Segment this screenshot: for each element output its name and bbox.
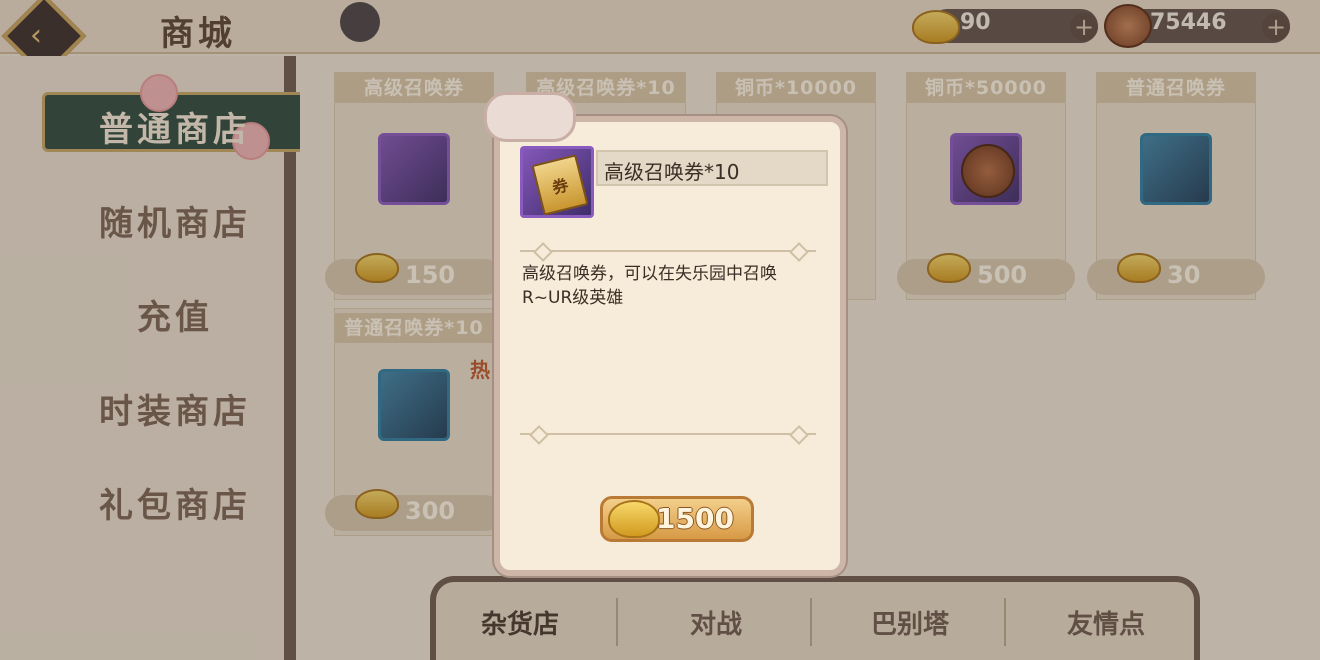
ticket-glyph: 券: [550, 175, 571, 198]
gold-ingot-icon: [608, 500, 660, 538]
popup-divider-top: [520, 250, 816, 252]
buy-price[interactable]: 1500: [656, 502, 734, 535]
popup-item-description: 高级召唤券，可以在失乐园中召唤R~UR级英雄: [522, 264, 777, 308]
ticket-face: 券: [531, 154, 589, 216]
popup-item-name: 高级召唤券*10: [604, 160, 740, 184]
cloud-ornament-icon: [484, 92, 576, 142]
summon-ticket-gold-icon: 券: [520, 146, 594, 218]
popup-divider-bottom: [520, 433, 816, 435]
